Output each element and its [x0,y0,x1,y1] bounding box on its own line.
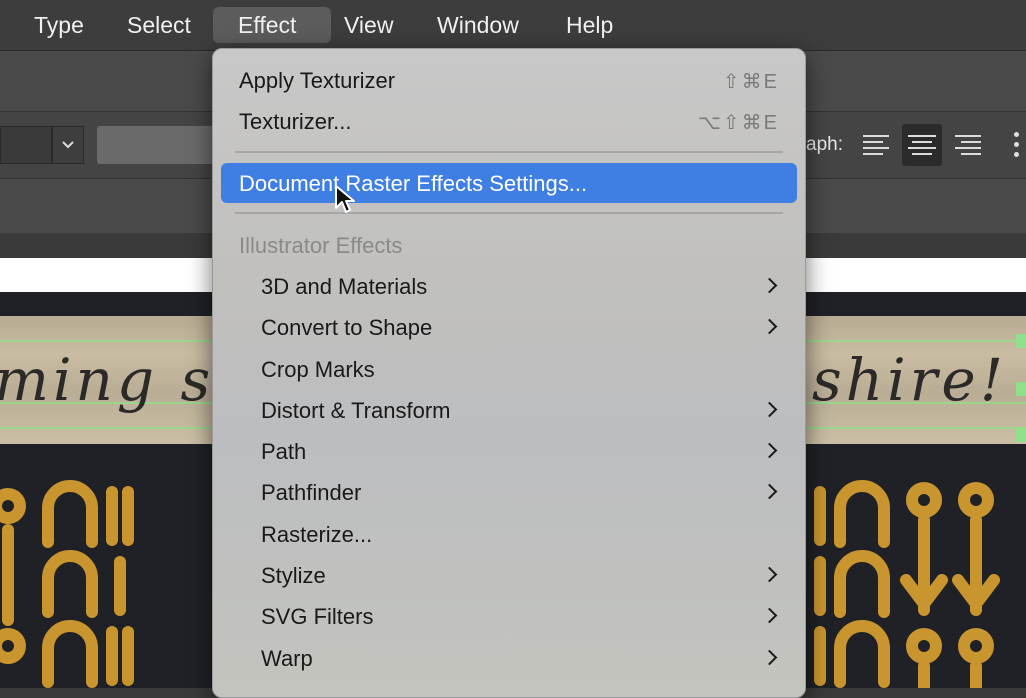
menu-item-crop-marks[interactable]: Crop Marks [221,349,797,389]
menu-item-warp[interactable]: Warp [221,638,797,678]
more-options-icon[interactable] [1012,130,1022,160]
menu-item-path[interactable]: Path [221,431,797,471]
mouse-cursor-icon [335,185,355,213]
chevron-right-icon [761,401,778,418]
menu-item-convert-to-shape[interactable]: Convert to Shape [221,307,797,347]
menu-item-svg-filters[interactable]: SVG Filters [221,596,797,636]
menu-type[interactable]: Type [22,7,96,43]
align-center-button[interactable] [902,124,942,166]
menu-window[interactable]: Window [425,7,531,43]
menu-separator [235,212,783,214]
menu-header-illustrator-effects: Illustrator Effects [239,233,403,258]
menu-item-distort-transform[interactable]: Distort & Transform [221,390,797,430]
align-right-icon [955,135,981,137]
banner-text-right[interactable]: shire! [812,346,1007,414]
chevron-right-icon [761,442,778,459]
menu-item-rasterize[interactable]: Rasterize... [221,514,797,554]
menu-help[interactable]: Help [554,7,625,43]
menu-item-document-raster-effects-settings[interactable]: Document Raster Effects Settings... [221,163,797,203]
menu-effect[interactable]: Effect [213,7,331,43]
selection-handle[interactable] [1016,428,1026,442]
menu-item-apply-texturizer[interactable]: Apply Texturizer ⇧⌘E [221,60,797,100]
menu-view[interactable]: View [332,7,405,43]
font-dropdown[interactable] [0,126,52,164]
selection-handle[interactable] [1016,382,1026,396]
align-right-button[interactable] [948,124,988,166]
selection-handle[interactable] [1016,334,1026,348]
align-left-button[interactable] [856,124,896,166]
font-style-field[interactable] [97,126,217,164]
menu-item-stylize[interactable]: Stylize [221,555,797,595]
chevron-right-icon [761,483,778,500]
align-center-icon [908,135,936,137]
chevron-right-icon [761,318,778,335]
menu-item-pathfinder[interactable]: Pathfinder [221,472,797,512]
menu-item-texturizer[interactable]: Texturizer... ⌥⇧⌘E [221,101,797,141]
chevron-right-icon [761,607,778,624]
align-left-icon [863,135,889,137]
gold-ornaments-right [814,480,1000,688]
banner-text-left[interactable]: ming s [0,346,214,414]
menu-separator [235,151,783,153]
chevron-right-icon [761,277,778,294]
menu-item-3d-and-materials[interactable]: 3D and Materials [221,266,797,306]
menu-select[interactable]: Select [115,7,203,43]
shortcut-apply-texturizer: ⇧⌘E [722,71,779,93]
shortcut-texturizer: ⌥⇧⌘E [697,112,779,134]
paragraph-label: aph: [806,134,843,155]
chevron-right-icon [761,566,778,583]
chevron-right-icon [761,649,778,666]
effect-menu: Apply Texturizer ⇧⌘E Texturizer... ⌥⇧⌘E … [212,48,806,698]
gold-ornaments-left [0,480,134,688]
menu-bar: Type Select Effect View Window Help [0,0,1026,51]
chevron-down-icon[interactable] [52,126,84,164]
